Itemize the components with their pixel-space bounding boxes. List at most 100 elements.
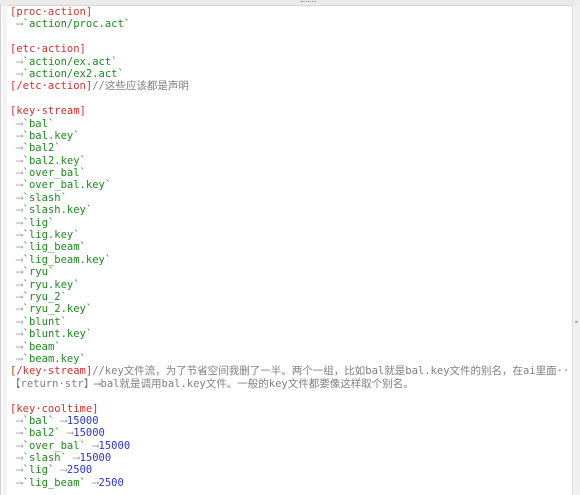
tab-arrow-glyph: ⟶ — [85, 439, 99, 452]
text-editor[interactable]: [proc·action] ⟶`action/proc.act` [etc·act… — [0, 5, 573, 495]
cooltime-key: `lig` — [22, 464, 55, 477]
editor-line[interactable]: ⟶`bal2.key` — [10, 155, 570, 167]
editor-line[interactable]: ⟶`slash` ⟶15000 — [10, 452, 570, 464]
section-closing-tag: [/key·stream] — [10, 365, 93, 378]
editor-line[interactable]: [proc·action] — [10, 6, 570, 18]
editor-content[interactable]: [proc·action] ⟶`action/proc.act` [etc·act… — [10, 6, 570, 489]
section-header: [etc·action] — [10, 43, 86, 56]
tab-arrow-glyph: ⟶ — [10, 117, 23, 130]
editor-line[interactable]: ⟶`lig_beam` ⟶2500 — [10, 477, 570, 489]
tab-arrow-glyph: ⟶ — [10, 154, 23, 167]
item-value: `slash` — [22, 191, 67, 204]
tab-arrow-glyph: ⟶ — [85, 476, 99, 489]
item-value: `lig.key` — [22, 229, 80, 242]
editor-line[interactable]: ⟶`ryu` — [10, 266, 570, 278]
editor-line[interactable]: ⟶`lig` ⟶2500 — [10, 464, 570, 476]
tab-arrow-glyph: ⟶ — [10, 253, 23, 266]
tab-arrow-glyph: ⟶ — [10, 452, 23, 465]
item-value: `action/ex.act` — [22, 55, 118, 68]
editor-line[interactable]: ⟶`action/ex.act` — [10, 56, 570, 68]
tab-arrow-glyph: ⟶ — [10, 340, 23, 353]
editor-line[interactable]: ⟶`bal` — [10, 118, 570, 130]
editor-line[interactable]: ⟶`blunt` — [10, 316, 570, 328]
tab-arrow-glyph: ⟶ — [10, 476, 23, 489]
tab-arrow-glyph: ⟶ — [10, 414, 23, 427]
vertical-scrollbar[interactable]: ▸ — [572, 5, 580, 495]
editor-line[interactable]: ⟶`bal` ⟶15000 — [10, 415, 570, 427]
item-value: `ryu_2.key` — [22, 303, 93, 316]
scroll-marker-icon[interactable]: ▸ — [573, 317, 580, 327]
tab-arrow-glyph: ⟶ — [10, 464, 23, 477]
item-value: `action/ex2.act` — [22, 67, 124, 80]
editor-line[interactable]: ⟶`ryu_2` — [10, 291, 570, 303]
section-closing-tag: [/etc·action] — [10, 80, 93, 93]
tab-arrow-glyph: ⟶ — [10, 191, 23, 204]
tab-arrow-glyph: ⟶ — [10, 290, 23, 303]
tab-arrow-glyph: ⟶ — [10, 216, 23, 229]
tab-arrow-glyph: ⟶ — [10, 167, 23, 180]
tab-arrow-glyph: ⟶ — [10, 278, 23, 291]
cooltime-key: `slash` — [22, 452, 67, 465]
cooltime-value: 15000 — [79, 452, 112, 465]
tab-arrow-glyph: ⟶ — [10, 179, 23, 192]
tab-arrow-glyph: ⟶ — [10, 67, 23, 80]
editor-line[interactable]: ⟶`lig_beam.key` — [10, 254, 570, 266]
editor-line[interactable]: ⟶`over_bal.key` — [10, 179, 570, 191]
tab-arrow-glyph: ⟶ — [10, 439, 23, 452]
item-value: `bal` — [22, 117, 55, 130]
tab-arrow-glyph: ⟶ — [10, 129, 23, 142]
tab-arrow-glyph: ⟶ — [10, 18, 23, 31]
item-value: `beam.key` — [22, 352, 86, 365]
editor-line[interactable]: ⟶`over_bal` — [10, 167, 570, 179]
editor-line[interactable]: ⟶`ryu.key` — [10, 279, 570, 291]
tab-arrow-glyph: ⟶ — [10, 55, 23, 68]
editor-line[interactable]: ⟶`action/proc.act` — [10, 18, 570, 30]
editor-line[interactable]: ⟶`ryu_2.key` — [10, 303, 570, 315]
cooltime-key: `over_bal` — [22, 439, 86, 452]
cooltime-value: 2500 — [98, 476, 124, 489]
comment-text: //key文件流，为了节省空间我删了一半。两个一组，比如bal就是bal.key… — [10, 365, 570, 390]
blank-line[interactable] — [10, 31, 570, 43]
editor-line[interactable]: ⟶`slash.key` — [10, 204, 570, 216]
item-value: `lig_beam.key` — [22, 253, 112, 266]
tab-arrow-glyph: ⟶ — [54, 414, 67, 427]
tab-arrow-glyph: ⟶ — [66, 452, 80, 465]
cooltime-key: `lig_beam` — [22, 476, 86, 489]
item-value: `ryu_2` — [22, 290, 67, 303]
tab-arrow-glyph: ⟶ — [10, 427, 23, 440]
blank-line[interactable] — [10, 390, 570, 402]
editor-line[interactable]: ⟶`action/ex2.act` — [10, 68, 570, 80]
editor-line[interactable]: ⟶`slash` — [10, 192, 570, 204]
item-value: `lig` — [22, 216, 55, 229]
item-value: `action/proc.act` — [22, 18, 131, 31]
comment-text: //这些应该都是声明 — [92, 80, 189, 93]
cooltime-value: 15000 — [66, 414, 99, 427]
cooltime-key: `bal2` — [22, 427, 61, 440]
editor-line[interactable]: [/etc·action]//这些应该都是声明 — [10, 80, 570, 92]
editor-line[interactable]: [etc·action] — [10, 43, 570, 55]
editor-line[interactable]: ⟶`beam` — [10, 341, 570, 353]
item-value: `blunt` — [22, 315, 67, 328]
blank-line[interactable] — [10, 93, 570, 105]
editor-line[interactable]: ⟶`bal2` ⟶15000 — [10, 427, 570, 439]
tab-arrow-glyph: ⟶ — [10, 315, 23, 328]
tab-arrow-glyph: ⟶ — [10, 142, 23, 155]
tab-arrow-glyph: ⟶ — [10, 204, 23, 217]
editor-line[interactable]: ⟶`blunt.key` — [10, 328, 570, 340]
editor-line[interactable]: ⟶`lig.key` — [10, 229, 570, 241]
tab-arrow-glyph: ⟶ — [54, 464, 67, 477]
editor-line[interactable]: ⟶`lig` — [10, 217, 570, 229]
editor-line[interactable]: ⟶`over_bal` ⟶15000 — [10, 440, 570, 452]
editor-line[interactable]: ⟶`beam.key` — [10, 353, 570, 365]
editor-line[interactable]: [/key·stream]//key文件流，为了节省空间我删了一半。两个一组，比… — [10, 365, 570, 390]
editor-line[interactable]: ⟶`bal.key` — [10, 130, 570, 142]
editor-line[interactable]: ⟶`bal2` — [10, 142, 570, 154]
item-value: `slash.key` — [22, 204, 93, 217]
editor-line[interactable]: [key·stream] — [10, 105, 570, 117]
editor-gutter — [2, 5, 7, 495]
tab-arrow-glyph: ⟶ — [10, 229, 23, 242]
editor-line[interactable]: [key·cooltime] — [10, 403, 570, 415]
editor-line[interactable]: ⟶`lig_beam` — [10, 241, 570, 253]
item-value: `beam` — [22, 340, 61, 353]
cooltime-value: 15000 — [98, 439, 131, 452]
